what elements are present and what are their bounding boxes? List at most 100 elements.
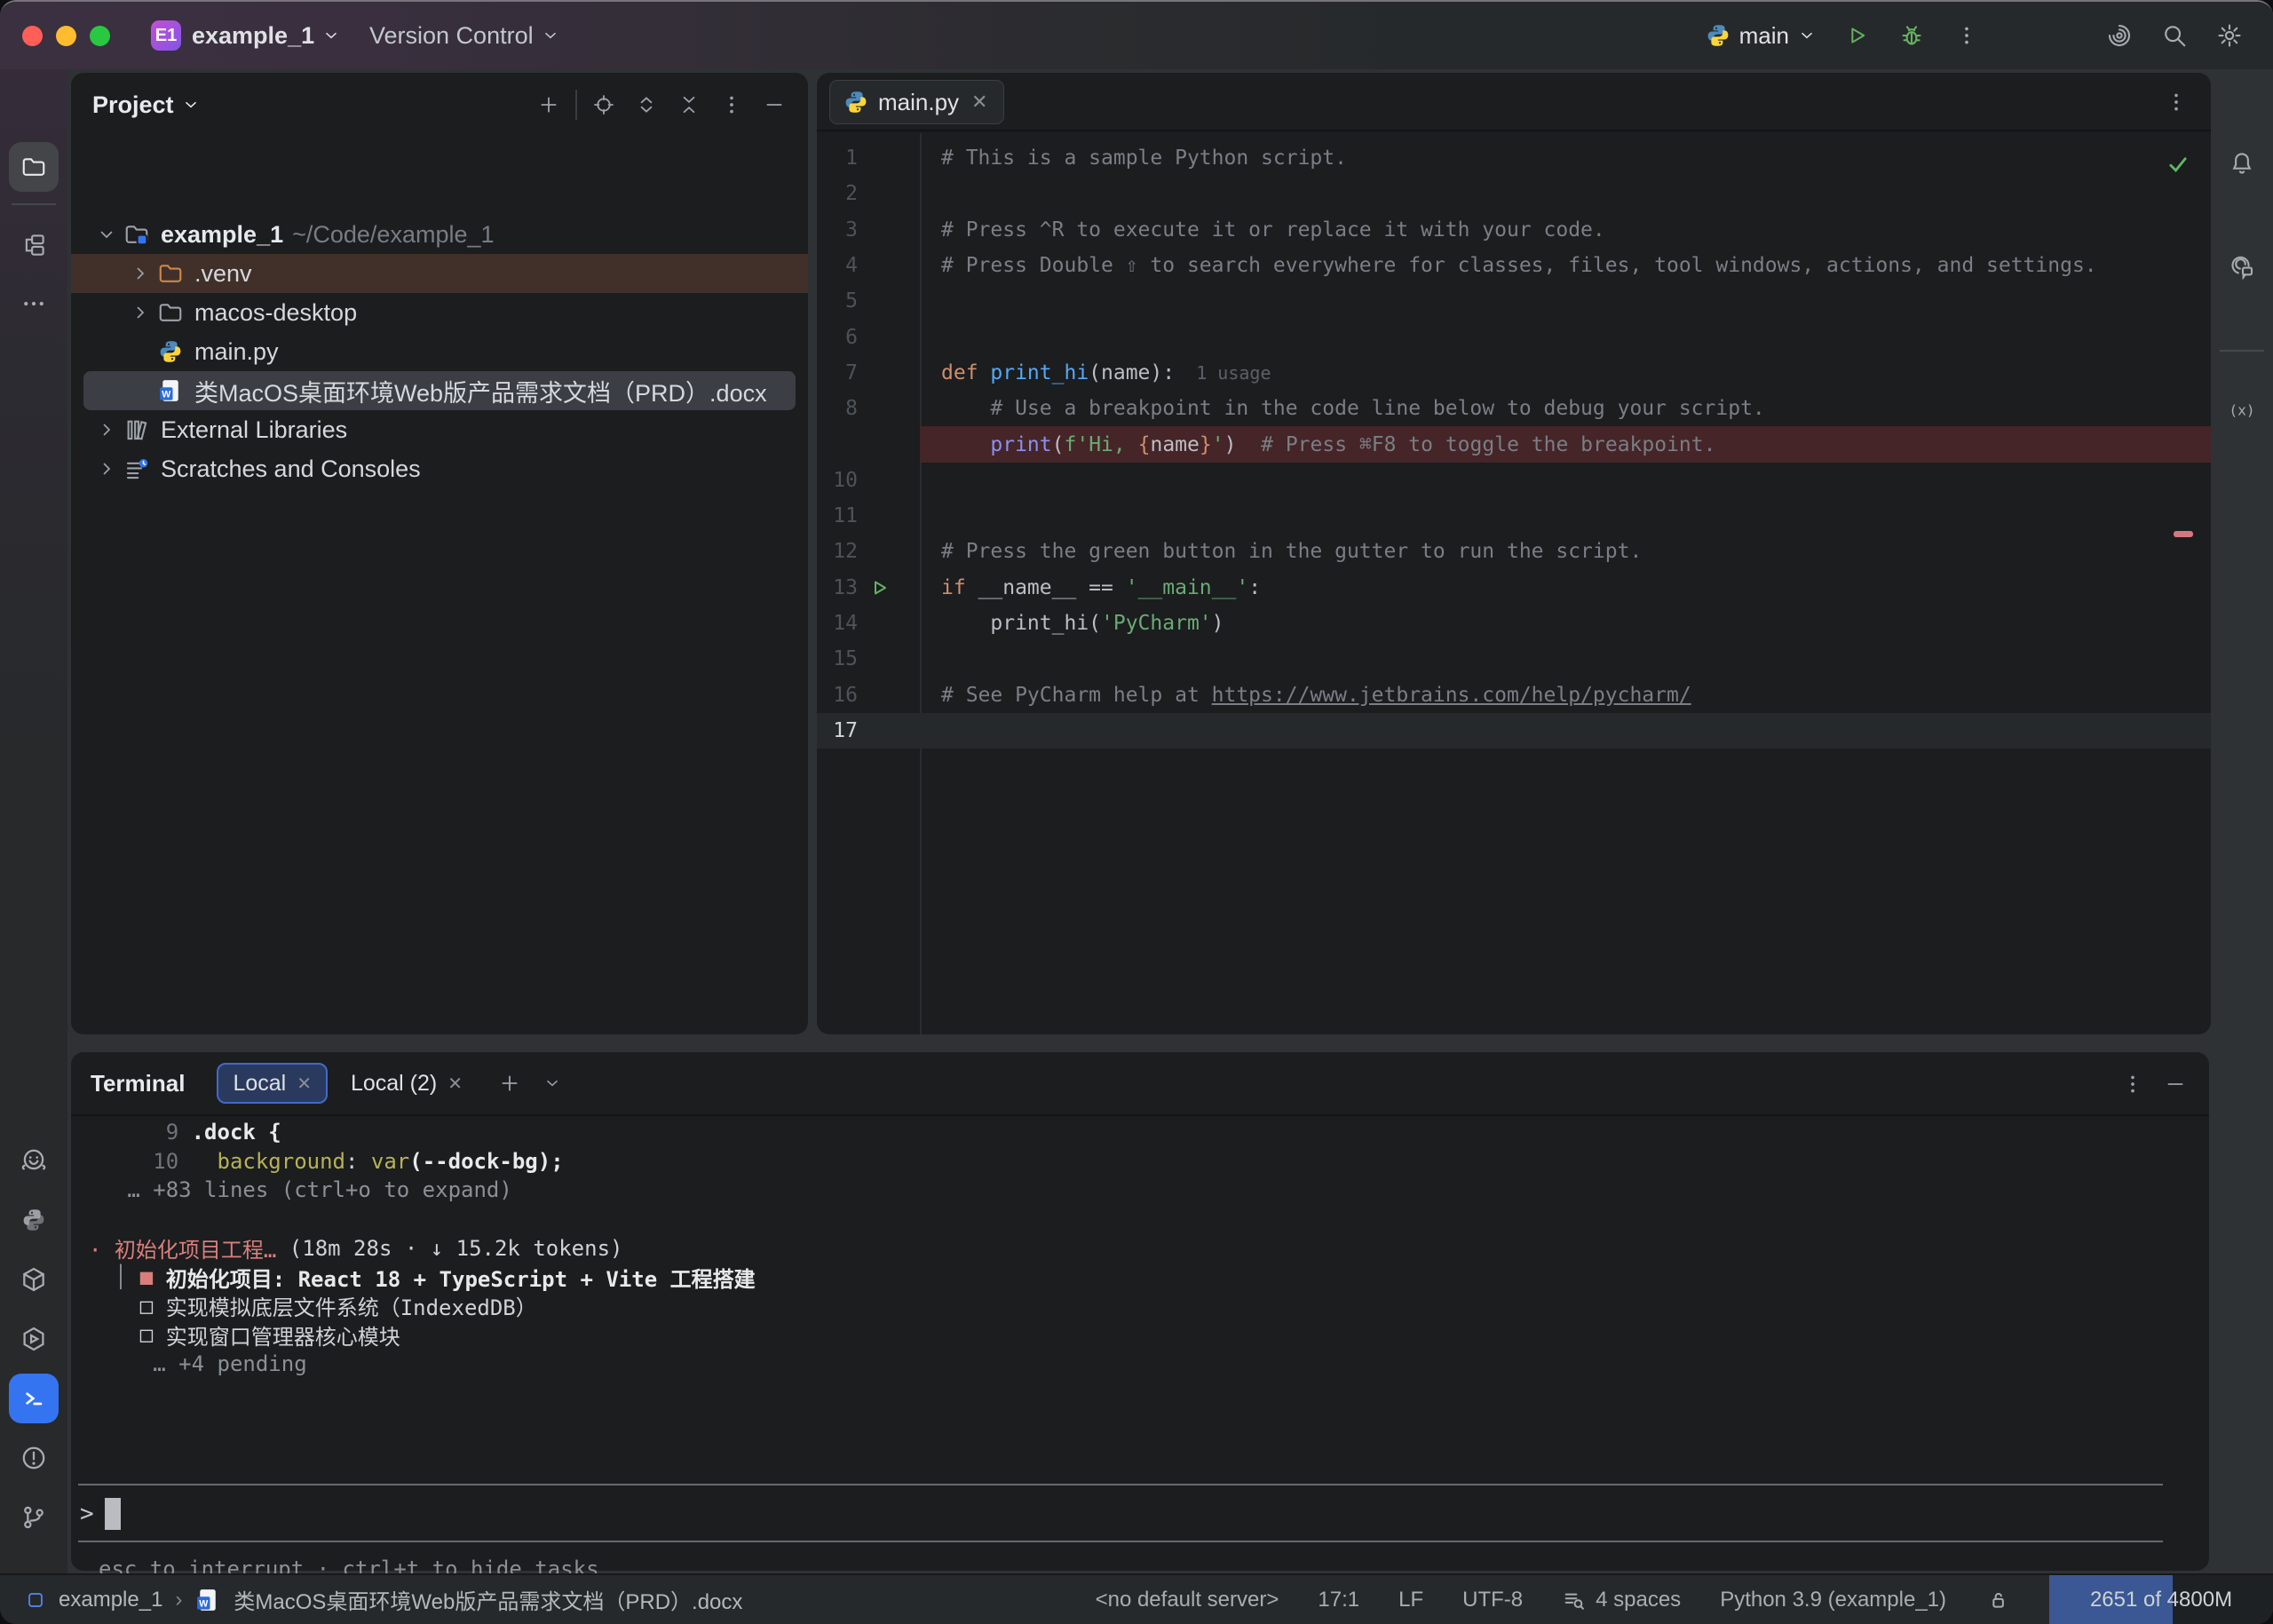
code-line-5[interactable]: 5 [817, 283, 2211, 319]
close-tab-icon[interactable]: ✕ [971, 91, 987, 114]
problems-tool-button[interactable] [9, 1433, 59, 1483]
line-number[interactable]: 13 [817, 576, 858, 599]
line-number[interactable]: 3 [817, 218, 858, 242]
breadcrumb-file[interactable]: 类MacOS桌面环境Web版产品需求文档（PRD）.docx [234, 1584, 742, 1615]
code-line-14[interactable]: 14 print_hi('PyCharm') [817, 606, 2211, 641]
terminal-options-button[interactable] [2111, 1063, 2154, 1105]
chevron-right-icon[interactable] [124, 302, 156, 323]
close-window-button[interactable] [22, 26, 43, 46]
line-number[interactable]: 5 [817, 289, 858, 313]
chevron-right-icon[interactable] [91, 419, 123, 440]
close-tab-icon[interactable]: ✕ [297, 1073, 312, 1095]
code-line-13[interactable]: 13if __name__ == '__main__': [817, 570, 2211, 606]
huggingface-tool-button[interactable] [9, 1136, 59, 1185]
project-tool-button[interactable] [9, 142, 59, 192]
default-server-widget[interactable]: <no default server> [1096, 1588, 1279, 1612]
tree-item-main.py[interactable]: main.py [71, 332, 808, 371]
code-line-7[interactable]: 7def print_hi(name): 1 usage [817, 355, 2211, 391]
memory-indicator[interactable]: 2651 of 4800M [2049, 1575, 2273, 1624]
line-number[interactable]: 17 [817, 719, 858, 742]
tab-main-py[interactable]: main.py ✕ [829, 80, 1004, 124]
caret-position-widget[interactable]: 17:1 [1318, 1588, 1359, 1612]
code-line-6[interactable]: 6 [817, 319, 2211, 354]
terminal-tool-button[interactable] [9, 1374, 59, 1423]
gutter[interactable] [858, 577, 920, 598]
more-actions-button[interactable] [1939, 11, 1994, 60]
hide-panel-button[interactable] [753, 83, 796, 126]
line-number[interactable]: 11 [817, 504, 858, 527]
code-line-2[interactable]: 2 [817, 176, 2211, 211]
tree-item-externallibraries[interactable]: External Libraries [71, 410, 808, 449]
code-line-8[interactable]: 8 # Use a breakpoint in the code line be… [817, 391, 2211, 426]
project-badge[interactable]: E1 [151, 20, 181, 51]
branch-widget[interactable]: main [1705, 22, 1817, 50]
panel-options-button[interactable] [710, 83, 753, 126]
project-menu[interactable]: example_1 [192, 2, 341, 69]
code-line-3[interactable]: 3# Press ^R to execute it or replace it … [817, 212, 2211, 248]
python-console-tool-button[interactable] [9, 1195, 59, 1245]
locate-file-button[interactable] [582, 83, 625, 126]
line-number[interactable]: 1 [817, 147, 858, 170]
code-line-10[interactable]: 10 [817, 463, 2211, 498]
line-number[interactable]: 8 [817, 397, 858, 420]
version-control-menu[interactable]: Version Control [369, 2, 560, 69]
line-number[interactable]: 2 [817, 182, 858, 205]
terminal-tab-local[interactable]: Local✕ [217, 1063, 328, 1104]
tree-item-.venv[interactable]: .venv [71, 254, 808, 293]
chevron-right-icon[interactable] [91, 458, 123, 479]
chevron-right-icon[interactable] [124, 263, 156, 284]
notifications-button[interactable] [2217, 139, 2267, 188]
run-button[interactable] [1829, 11, 1884, 60]
tree-item-macoswebprd.docx[interactable]: W类MacOS桌面环境Web版产品需求文档（PRD）.docx [83, 371, 796, 410]
collapse-all-button[interactable] [668, 83, 710, 126]
minimize-window-button[interactable] [56, 26, 76, 46]
add-button[interactable] [527, 83, 570, 126]
project-panel-title[interactable]: Project [92, 91, 201, 119]
line-number[interactable]: 6 [817, 326, 858, 349]
ai-assistant-tool-button[interactable] [2217, 242, 2267, 291]
python-packages-tool-button[interactable] [9, 1255, 59, 1304]
encoding-widget[interactable]: UTF-8 [1462, 1588, 1523, 1612]
interpreter-widget[interactable]: Python 3.9 (example_1) [1720, 1588, 1946, 1612]
line-number[interactable]: 12 [817, 540, 858, 563]
hide-terminal-button[interactable] [2154, 1063, 2197, 1105]
tree-item-scratchesandconsoles[interactable]: Scratches and Consoles [71, 449, 808, 488]
maximize-window-button[interactable] [90, 26, 110, 46]
code-line-1[interactable]: 1# This is a sample Python script. [817, 140, 2211, 176]
code-line-9[interactable]: print(f'Hi, {name}') # Press ⌘F8 to togg… [817, 426, 2211, 462]
close-tab-icon[interactable]: ✕ [447, 1073, 463, 1095]
run-gutter-icon[interactable] [868, 577, 890, 598]
debug-button[interactable] [1884, 11, 1939, 60]
tree-item-macos-desktop[interactable]: macos-desktop [71, 293, 808, 332]
line-ending-widget[interactable]: LF [1398, 1588, 1423, 1612]
terminal-prompt[interactable]: > [80, 1498, 121, 1530]
line-number[interactable]: 15 [817, 647, 858, 670]
code-line-12[interactable]: 12# Press the green button in the gutter… [817, 534, 2211, 569]
expand-all-button[interactable] [625, 83, 668, 126]
endpoints-tool-button[interactable]: (x) [2217, 385, 2267, 435]
line-number[interactable]: 10 [817, 469, 858, 492]
indent-widget[interactable]: 4 spaces [1562, 1588, 1681, 1612]
ai-assistant-button[interactable] [2092, 11, 2147, 60]
chevron-down-icon[interactable] [91, 224, 123, 245]
editor-options-button[interactable] [2156, 82, 2197, 123]
line-number[interactable]: 7 [817, 361, 858, 384]
inspections-check-icon[interactable] [2165, 151, 2191, 178]
code-line-15[interactable]: 15 [817, 641, 2211, 677]
line-number[interactable]: 16 [817, 684, 858, 707]
lock-widget[interactable] [1985, 1588, 2010, 1612]
terminal-tab-local-2-[interactable]: Local (2)✕ [337, 1063, 477, 1104]
code-line-17[interactable]: 17 [817, 713, 2211, 749]
terminal-tab-dropdown[interactable] [543, 1073, 562, 1093]
code-line-4[interactable]: 4# Press Double ⇧ to search everywhere f… [817, 248, 2211, 283]
code-line-11[interactable]: 11 [817, 498, 2211, 534]
line-number[interactable]: 4 [817, 254, 858, 277]
version-control-tool-button[interactable] [9, 1493, 59, 1542]
terminal-output[interactable]: 9 .dock { 10 background: var(--dock-bg);… [71, 1118, 2209, 1378]
new-terminal-tab-button[interactable] [498, 1072, 521, 1095]
tree-item-example_1[interactable]: example_1~/Code/example_1 [71, 215, 808, 254]
code-line-16[interactable]: 16# See PyCharm help at https://www.jetb… [817, 677, 2211, 712]
more-tool-windows-button[interactable] [9, 279, 59, 329]
settings-button[interactable] [2202, 11, 2257, 60]
services-tool-button[interactable] [9, 1314, 59, 1364]
